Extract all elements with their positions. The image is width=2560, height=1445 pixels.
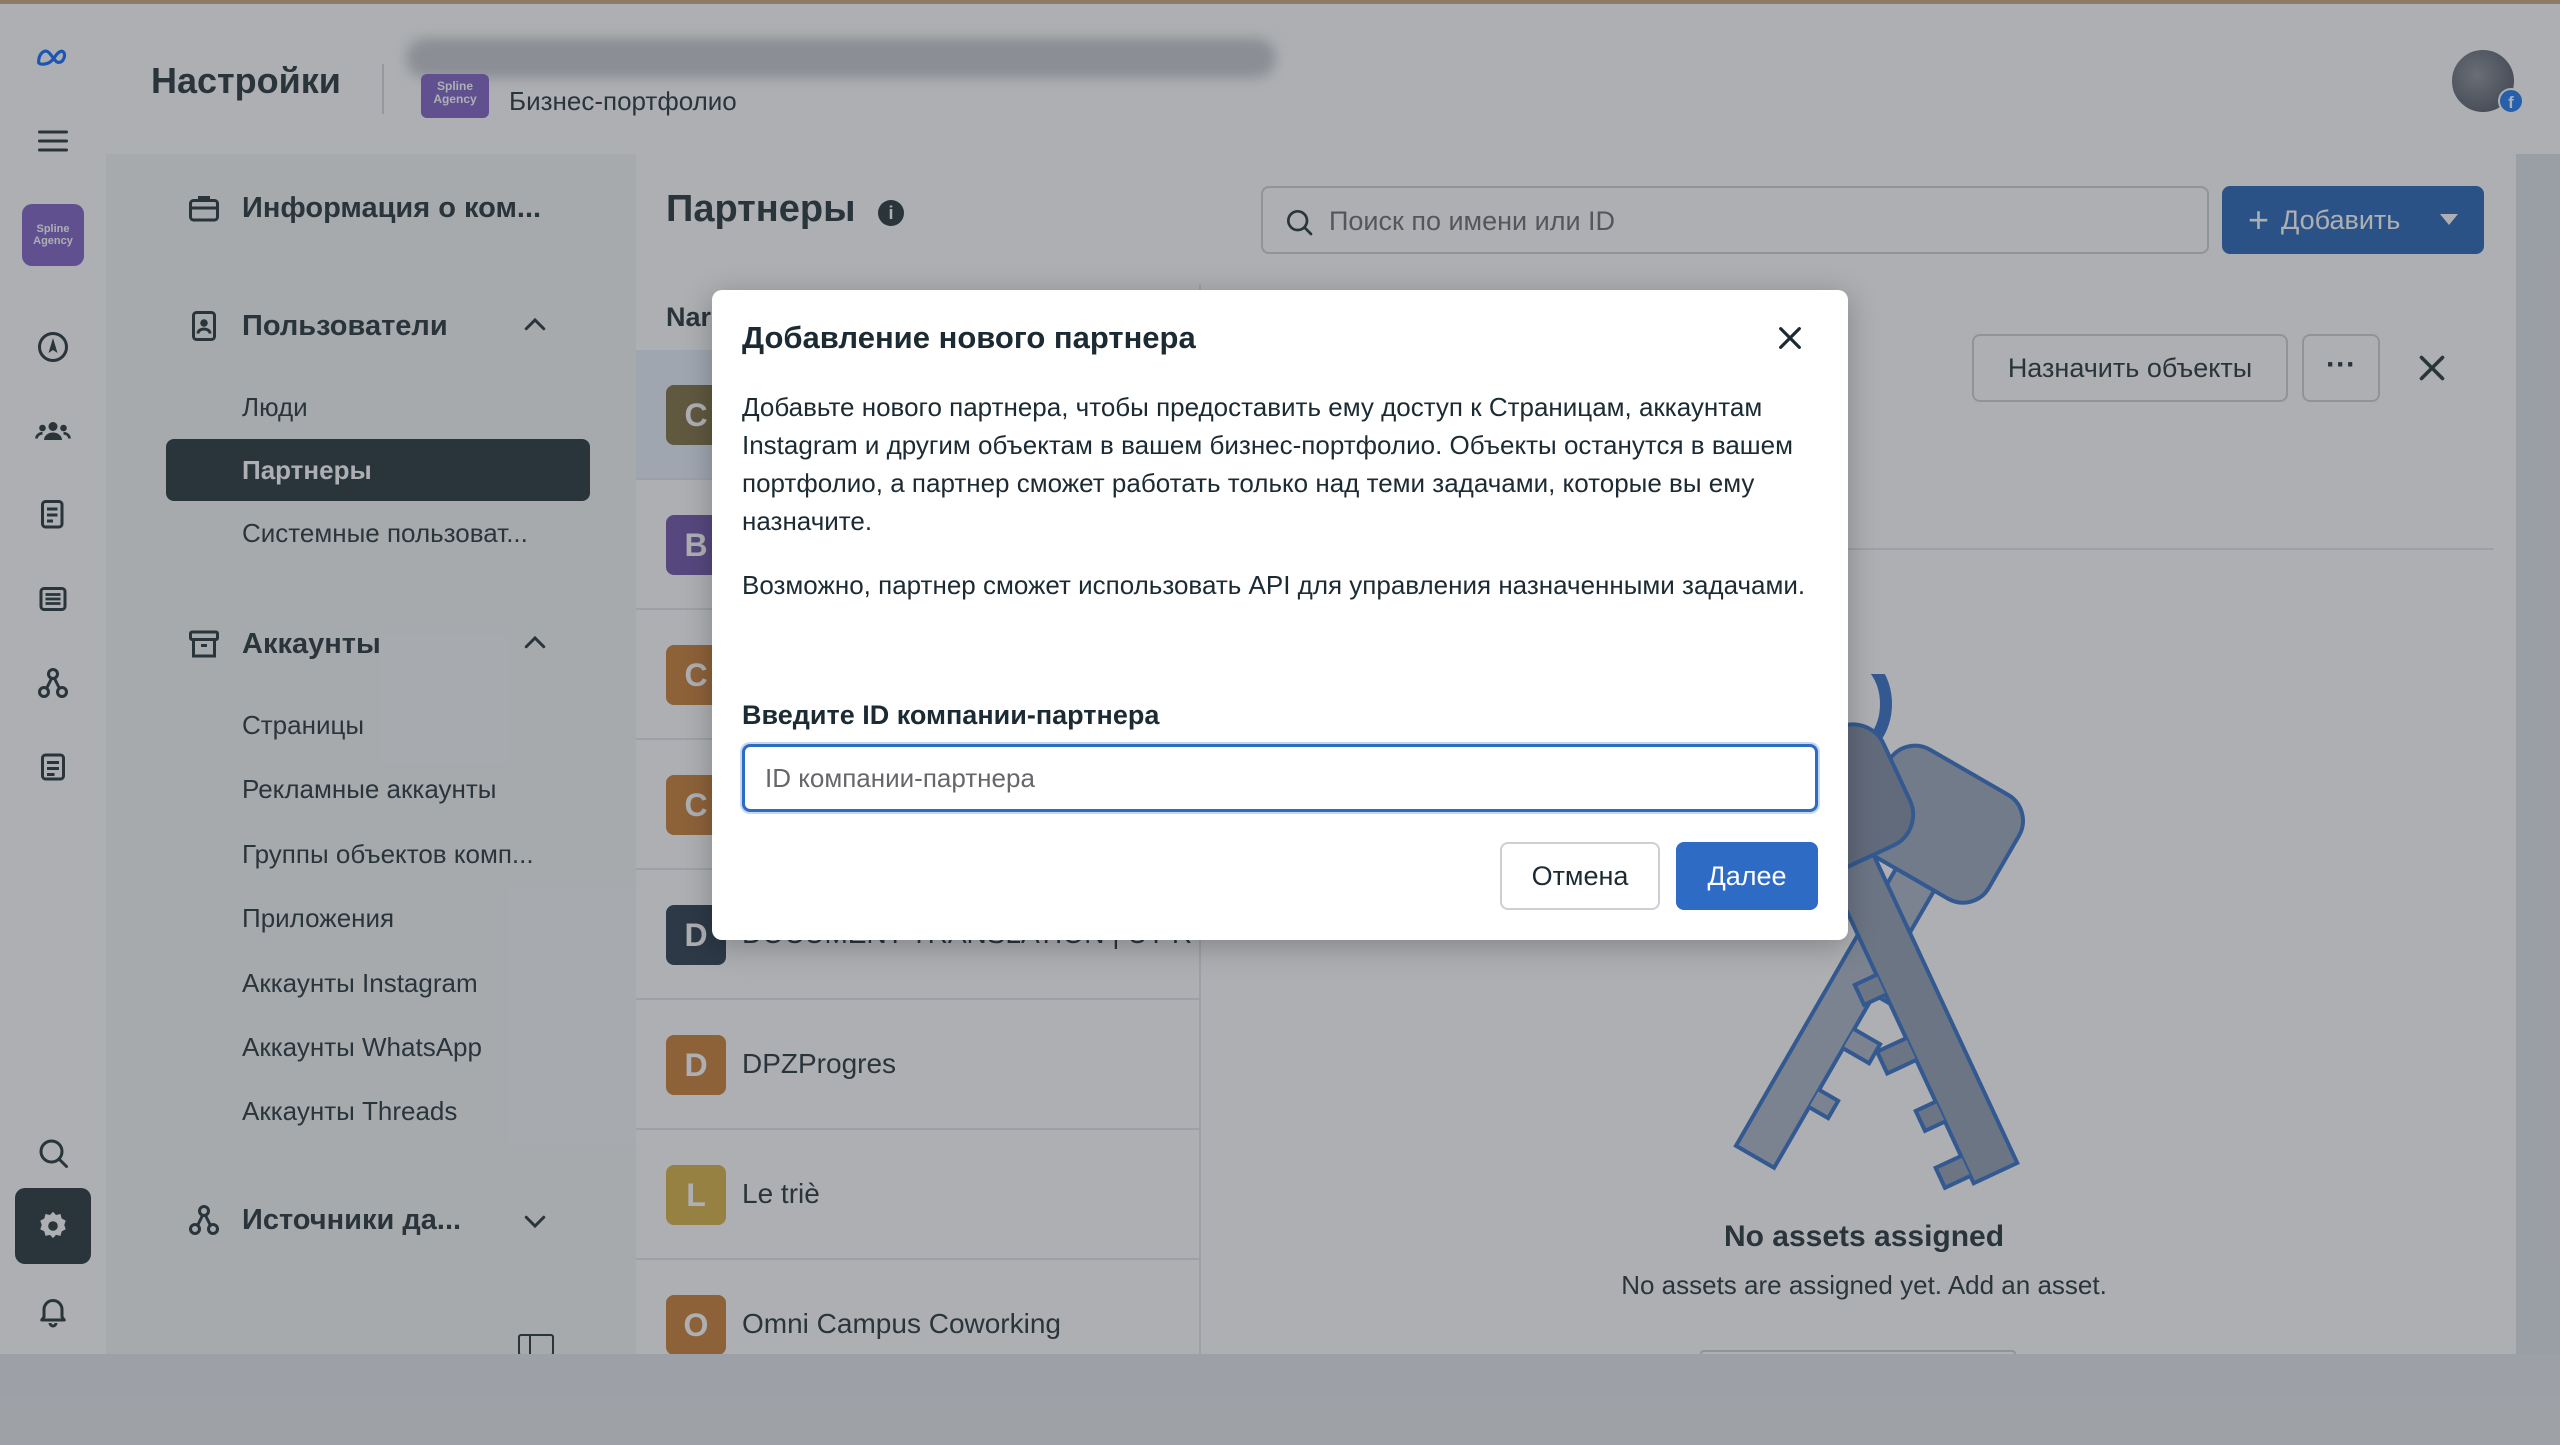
close-icon[interactable] xyxy=(1774,322,1806,354)
next-button[interactable]: Далее xyxy=(1676,842,1818,910)
partner-id-label: Введите ID компании-партнера xyxy=(742,700,1160,730)
app-window: Spline Agency Настройки Spline Agency Би… xyxy=(0,0,2560,1445)
dialog-description: Добавьте нового партнера, чтобы предоста… xyxy=(742,392,1793,536)
partner-id-input[interactable] xyxy=(742,744,1818,812)
dialog-api-note: Возможно, партнер сможет использовать AP… xyxy=(742,570,1806,600)
dialog-title: Добавление нового партнера xyxy=(742,320,1196,355)
cancel-button[interactable]: Отмена xyxy=(1500,842,1660,910)
add-partner-dialog: Добавление нового партнера Добавьте ново… xyxy=(712,290,1848,940)
